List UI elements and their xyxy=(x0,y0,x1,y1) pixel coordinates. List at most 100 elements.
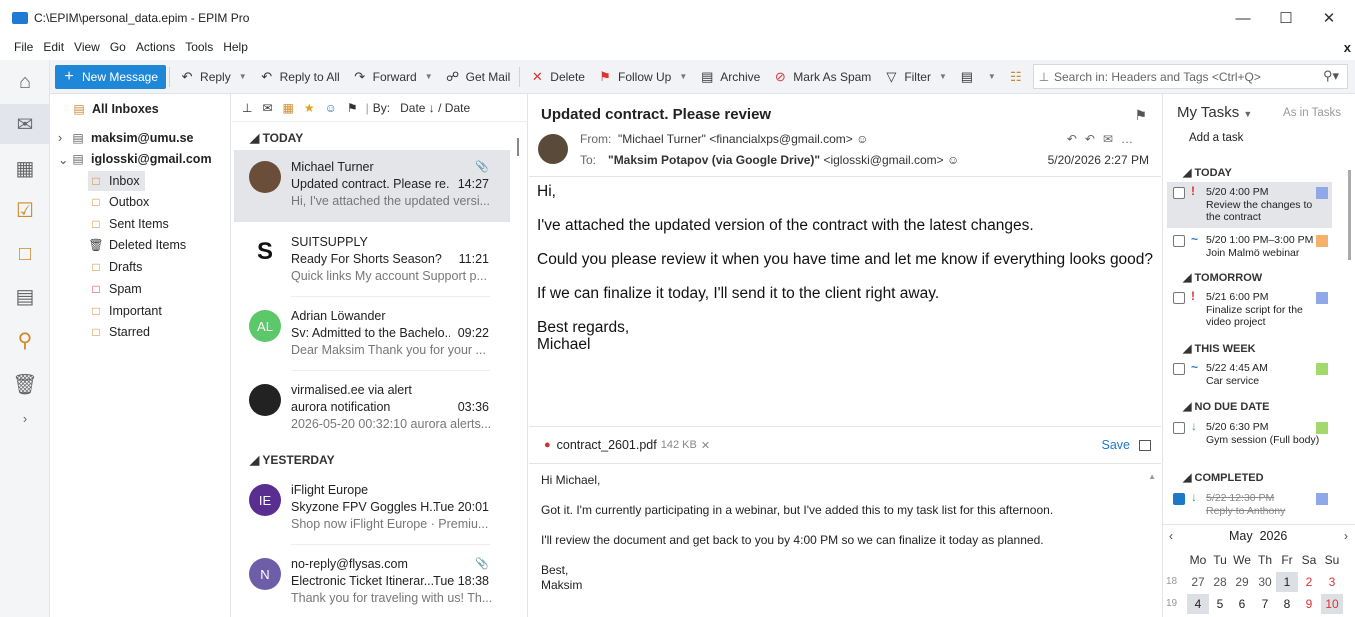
task-item[interactable]: ! 5/20 4:00 PM Review the changes to the… xyxy=(1167,182,1332,228)
chevron-down-icon[interactable]: ▼ xyxy=(425,72,433,81)
chevron-down-icon[interactable]: ▼ xyxy=(939,72,947,81)
notes-icon[interactable]: □ xyxy=(0,234,50,274)
calendar-day[interactable]: 2 xyxy=(1298,572,1320,592)
passwords-icon[interactable]: ⚲ xyxy=(0,320,50,360)
folder-outbox[interactable]: □ Outbox xyxy=(88,192,149,212)
new-message-button[interactable]: + New Message xyxy=(55,64,167,89)
calendar-day[interactable]: 3 xyxy=(1321,572,1343,592)
all-inboxes[interactable]: ▤ All Inboxes xyxy=(71,99,158,119)
folder-spam[interactable]: □ Spam xyxy=(88,279,141,299)
follow-up-button[interactable]: ⚑ Follow Up ▼ xyxy=(591,65,693,89)
group-today[interactable]: ◢ TODAY xyxy=(250,131,303,145)
add-task-button[interactable]: Add a task xyxy=(1189,132,1243,144)
expand-icon[interactable] xyxy=(1139,439,1151,451)
group-yesterday[interactable]: ◢ YESTERDAY xyxy=(250,453,335,467)
filter-button[interactable]: ▽ Filter ▼ xyxy=(877,65,953,89)
forward-button[interactable]: ↷ Forward ▼ xyxy=(346,65,439,89)
calendar-day[interactable]: 9 xyxy=(1298,594,1320,614)
task-item[interactable]: ~ 5/20 1:00 PM–3:00 PM Join Malmö webina… xyxy=(1167,230,1332,276)
contact-icon[interactable]: ☺ xyxy=(856,132,868,146)
minimize-button[interactable]: — xyxy=(1221,0,1265,36)
folder-important[interactable]: □ Important xyxy=(88,301,161,321)
tasks-title[interactable]: My Tasks ▼ xyxy=(1177,104,1252,121)
maximize-button[interactable]: ☐ xyxy=(1264,0,1308,36)
more-icon[interactable]: … xyxy=(1121,132,1141,146)
menu-view[interactable]: View xyxy=(74,40,100,54)
contact-icon[interactable]: ☺ xyxy=(325,101,337,115)
calendar-day[interactable]: 28 xyxy=(1209,572,1231,592)
category-color[interactable] xyxy=(1316,422,1328,434)
list-item[interactable]: S SUITSUPPLY Ready For Shorts Season? 11… xyxy=(234,225,510,297)
remove-attachment-icon[interactable]: ✕ xyxy=(701,439,710,452)
reply-icon[interactable]: ↶ xyxy=(1067,132,1085,146)
list-item[interactable]: 📎 Michael Turner Updated contract. Pleas… xyxy=(234,150,510,222)
color-category-icon[interactable]: ▦ xyxy=(283,101,294,115)
calendar-day[interactable]: 10 xyxy=(1321,594,1343,614)
next-month-icon[interactable]: › xyxy=(1344,529,1348,543)
prev-month-icon[interactable]: ‹ xyxy=(1169,529,1173,543)
category-color[interactable] xyxy=(1316,235,1328,247)
task-checkbox[interactable] xyxy=(1173,422,1185,434)
calendar-day[interactable]: 6 xyxy=(1231,594,1253,614)
contacts-icon[interactable]: ▤ xyxy=(0,276,50,316)
close-document-icon[interactable]: x xyxy=(1344,40,1351,55)
menu-go[interactable]: Go xyxy=(110,40,126,54)
list-scrollbar[interactable] xyxy=(517,138,519,156)
search-box[interactable]: ⊥ Search in: Headers and Tags <Ctrl+Q> ⚲… xyxy=(1033,64,1348,89)
get-mail-button[interactable]: ☍ Get Mail xyxy=(439,65,517,89)
tag-icon[interactable]: ⚑ xyxy=(347,101,358,115)
menu-actions[interactable]: Actions xyxy=(136,40,175,54)
folder-sent[interactable]: □ Sent Items xyxy=(88,214,168,234)
task-group-completed[interactable]: ◢ COMPLETED xyxy=(1183,471,1264,484)
home-icon[interactable]: ⌂ xyxy=(0,62,50,102)
tasks-icon[interactable]: ☑ xyxy=(0,190,50,230)
menu-tools[interactable]: Tools xyxy=(185,40,213,54)
calendar-icon[interactable]: ▦ xyxy=(0,148,50,188)
mail-icon[interactable]: ✉ xyxy=(0,104,50,144)
tasks-view[interactable]: As in Tasks xyxy=(1283,107,1341,119)
reply-all-button[interactable]: ↶ Reply to All xyxy=(253,65,346,89)
attachment-name[interactable]: contract_2601.pdf xyxy=(557,438,657,452)
list-item[interactable]: IE iFlight Europe Skyzone FPV Goggles H.… xyxy=(234,473,510,545)
chevron-right-icon[interactable]: › xyxy=(58,131,70,145)
star-icon[interactable]: ★ xyxy=(304,101,315,115)
close-button[interactable]: ✕ xyxy=(1307,0,1351,36)
save-button[interactable]: Save xyxy=(1102,438,1131,452)
layout-button[interactable]: ▤ ▼ xyxy=(953,65,1002,89)
to-name[interactable]: "Maksim Potapov (via Google Drive)" xyxy=(608,153,820,167)
reply-all-icon[interactable]: ↶ xyxy=(1085,132,1103,146)
category-color[interactable] xyxy=(1316,187,1328,199)
delete-button[interactable]: ✕ Delete xyxy=(523,65,591,89)
task-checkbox[interactable] xyxy=(1173,363,1185,375)
account-gmail[interactable]: ⌄ ▤ iglosski@gmail.com xyxy=(58,149,212,169)
reply-button[interactable]: ↶ Reply ▼ xyxy=(173,65,253,89)
expand-rail-icon[interactable]: › xyxy=(0,398,50,438)
calendar-day[interactable]: 1 xyxy=(1276,572,1298,592)
envelope-icon[interactable]: ✉ xyxy=(262,101,272,115)
list-item[interactable]: AL Adrian Löwander Sv: Admitted to the B… xyxy=(234,299,510,371)
calendar-day[interactable]: 5 xyxy=(1209,594,1231,614)
tag-icon[interactable]: ⚑ xyxy=(1134,107,1147,124)
search-input[interactable]: Search in: Headers and Tags <Ctrl+Q> xyxy=(1054,70,1261,84)
calendar-day[interactable]: 4 xyxy=(1187,594,1209,614)
task-group-tomorrow[interactable]: ◢ TOMORROW xyxy=(1183,271,1262,284)
task-group-today[interactable]: ◢ TODAY xyxy=(1183,166,1232,179)
tasks-scrollbar[interactable] xyxy=(1348,170,1351,260)
task-checkbox[interactable] xyxy=(1173,235,1185,247)
archive-button[interactable]: ▤ Archive xyxy=(693,65,766,89)
account-umu[interactable]: › ▤ maksim@umu.se xyxy=(58,128,194,148)
menu-file[interactable]: File xyxy=(14,40,33,54)
from-address[interactable]: "Michael Turner" <financialxps@gmail.com… xyxy=(618,132,853,146)
folder-drafts[interactable]: □ Drafts xyxy=(88,257,142,277)
calendar-day[interactable]: 8 xyxy=(1276,594,1298,614)
calendar-day[interactable]: 7 xyxy=(1254,594,1276,614)
folder-deleted[interactable]: 🗑 Deleted Items xyxy=(88,235,186,255)
pin-icon[interactable]: ⊥ xyxy=(1034,70,1054,84)
task-group-no-due-date[interactable]: ◢ NO DUE DATE xyxy=(1183,400,1269,413)
to-address[interactable]: <iglosski@gmail.com> xyxy=(820,153,943,167)
task-item[interactable]: ! 5/21 6:00 PM Finalize script for the v… xyxy=(1167,287,1332,333)
task-checkbox-checked[interactable] xyxy=(1173,493,1185,505)
menu-help[interactable]: Help xyxy=(223,40,248,54)
chevron-down-icon[interactable]: ⌄ xyxy=(58,152,70,167)
scroll-up-icon[interactable]: ▲ xyxy=(1148,472,1156,481)
